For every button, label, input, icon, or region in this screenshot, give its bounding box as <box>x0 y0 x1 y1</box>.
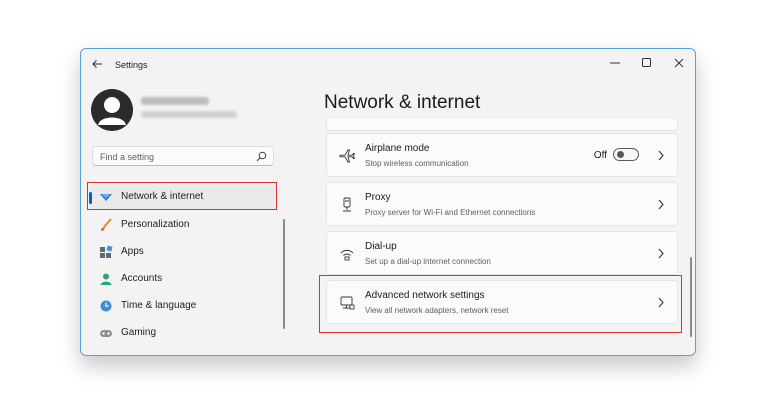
sidebar-item-personalization[interactable]: Personalization <box>89 213 277 237</box>
gamepad-icon <box>100 330 112 337</box>
card-subtitle: Proxy server for Wi-Fi and Ethernet conn… <box>365 208 536 217</box>
sidebar-item-label: Personalization <box>121 219 190 230</box>
person-icon <box>100 273 112 285</box>
card-subtitle: Set up a dial-up internet connection <box>365 257 491 266</box>
card-title: Airplane mode <box>365 143 430 154</box>
highlight-box-advanced-settings <box>319 275 682 333</box>
sidebar-item-label: Apps <box>121 246 144 257</box>
page-title: Network & internet <box>324 92 481 113</box>
apps-grid-icon <box>100 245 113 258</box>
highlight-box-network-item <box>87 182 277 210</box>
dialup-icon <box>340 249 354 261</box>
minimize-button[interactable] <box>603 53 627 75</box>
paintbrush-icon <box>101 218 112 231</box>
airplane-icon <box>339 149 355 163</box>
close-icon <box>674 58 684 68</box>
partial-card <box>326 119 678 131</box>
title-bar: Settings <box>81 49 695 81</box>
card-title: Proxy <box>365 192 391 203</box>
globe-clock-icon <box>100 300 112 312</box>
sidebar-item-gaming[interactable]: Gaming <box>89 321 277 345</box>
maximize-button[interactable] <box>635 53 659 75</box>
sidebar-item-label: Accounts <box>121 273 163 284</box>
user-profile[interactable] <box>91 89 291 133</box>
airplane-mode-card[interactable]: Airplane mode Stop wireless communicatio… <box>326 133 678 177</box>
app-title: Settings <box>115 60 148 70</box>
sidebar-item-label: Gaming <box>121 327 157 338</box>
search-icon <box>256 151 267 162</box>
card-subtitle: Stop wireless communication <box>365 159 469 168</box>
search-placeholder: Find a setting <box>100 152 155 162</box>
proxy-icon <box>343 197 351 212</box>
airplane-mode-toggle[interactable] <box>613 148 639 161</box>
chevron-right-icon <box>658 248 664 259</box>
sidebar-item-apps[interactable]: Apps <box>89 240 277 264</box>
chevron-right-icon <box>658 150 664 161</box>
toggle-knob <box>617 151 624 158</box>
chevron-right-icon <box>658 199 664 210</box>
search-input[interactable]: Find a setting <box>92 146 274 166</box>
toggle-state-label: Off <box>593 150 607 161</box>
user-email-redacted <box>141 111 237 118</box>
close-button[interactable] <box>667 53 691 75</box>
sidebar-scrollbar[interactable] <box>283 219 285 329</box>
minimize-icon <box>610 62 620 64</box>
avatar <box>91 89 133 131</box>
sidebar-item-accounts[interactable]: Accounts <box>89 267 277 291</box>
sidebar-item-label: Time & language <box>121 300 197 311</box>
back-arrow-icon[interactable] <box>90 58 104 72</box>
proxy-card[interactable]: Proxy Proxy server for Wi-Fi and Etherne… <box>326 182 678 226</box>
main-scrollbar[interactable] <box>690 257 692 337</box>
sidebar-item-time-language[interactable]: Time & language <box>89 294 277 318</box>
card-title: Dial-up <box>365 241 397 252</box>
dial-up-card[interactable]: Dial-up Set up a dial-up internet connec… <box>326 231 678 275</box>
maximize-icon <box>642 58 651 67</box>
user-name-redacted <box>141 97 209 105</box>
